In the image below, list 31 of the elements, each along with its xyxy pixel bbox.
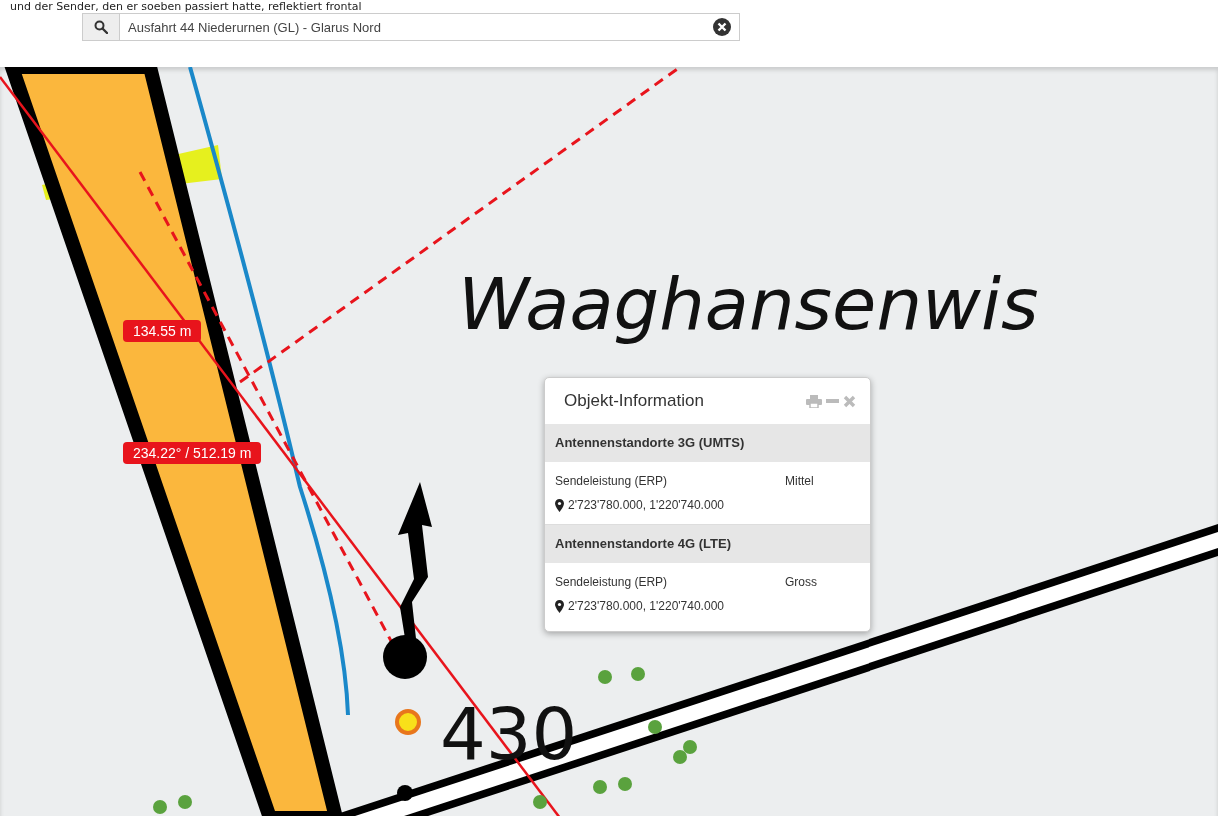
coordinates-text: 2'723'780.000, 1'220'740.000 <box>568 498 724 512</box>
tree-dot <box>648 720 662 734</box>
pin-icon <box>555 599 564 613</box>
location-dot <box>395 709 421 735</box>
pin-icon <box>555 498 564 512</box>
measurement-label: 234.22° / 512.19 m <box>123 442 262 464</box>
junction-dot <box>397 785 413 801</box>
tree-dot <box>598 670 612 684</box>
search-field[interactable]: Ausfahrt 44 Niederurnen (GL) - Glarus Nord <box>82 13 740 41</box>
tree-dot <box>631 667 645 681</box>
tree-dot <box>153 800 167 814</box>
field-label: Sendeleistung (ERP) <box>555 575 669 589</box>
measurement-label: 134.55 m <box>123 320 202 342</box>
tree-dot <box>593 780 607 794</box>
tree-dot <box>178 795 192 809</box>
field-value: Gross <box>785 575 817 589</box>
caption-text: und der Sender, den er soeben passiert hatte, reflektiert frontal <box>9 0 363 13</box>
popup-title: Objekt-Information <box>564 391 704 411</box>
clear-icon[interactable] <box>713 18 731 36</box>
section-heading: Antennenstandorte 3G (UMTS) <box>545 424 870 462</box>
search-input[interactable]: Ausfahrt 44 Niederurnen (GL) - Glarus Nord <box>120 15 713 39</box>
tree-dot <box>673 750 687 764</box>
section-heading: Antennenstandorte 4G (LTE) <box>545 525 870 563</box>
search-icon[interactable] <box>83 14 120 40</box>
tree-dot <box>683 740 697 754</box>
tree-dot <box>618 777 632 791</box>
coordinates-text: 2'723'780.000, 1'220'740.000 <box>568 599 724 613</box>
field-label: Sendeleistung (ERP) <box>555 474 669 488</box>
place-label: Waaghansenwis <box>458 262 1039 346</box>
field-value: Mittel <box>785 474 814 488</box>
tree-dot <box>533 795 547 809</box>
